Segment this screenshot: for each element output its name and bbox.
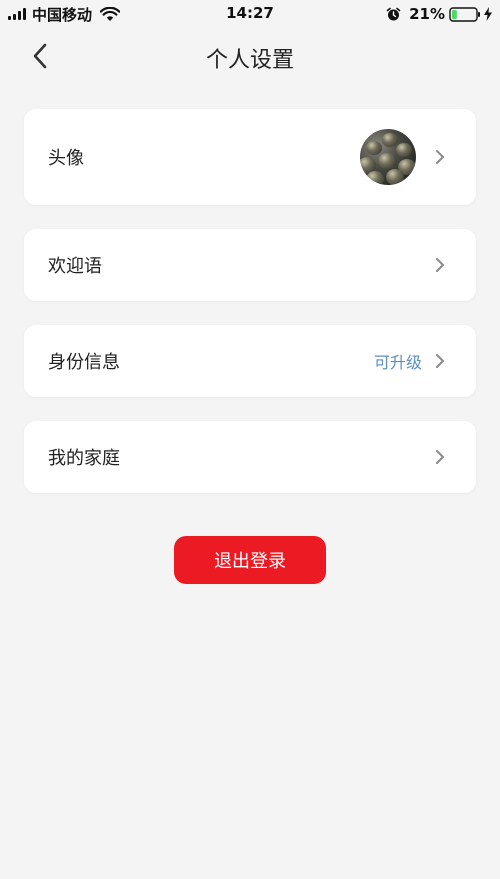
- status-right: 21%: [386, 4, 492, 24]
- settings-item-accessory: [434, 257, 446, 273]
- chevron-right-icon: [436, 258, 444, 272]
- chevron-right-icon: [436, 150, 444, 164]
- avatar: [360, 129, 416, 185]
- chevron-right-icon: [436, 354, 444, 368]
- settings-item-welcome-message[interactable]: 欢迎语: [24, 229, 476, 301]
- settings-item-label: 头像: [48, 148, 84, 169]
- logout-button[interactable]: 退出登录: [174, 536, 326, 584]
- settings-item-identity-info[interactable]: 身份信息 可升级: [24, 325, 476, 397]
- settings-item-accessory: [434, 449, 446, 465]
- battery-icon: [449, 6, 480, 22]
- settings-item-accessory: [360, 129, 446, 185]
- charging-icon: [484, 7, 492, 21]
- alarm-icon: [386, 7, 401, 20]
- status-bar: 中国移动 14:27 21%: [0, 0, 500, 28]
- settings-item-avatar[interactable]: 头像: [24, 109, 476, 205]
- nav-bar: 个人设置: [0, 30, 500, 82]
- settings-item-label: 身份信息: [48, 352, 120, 373]
- battery-percent: 21%: [409, 5, 445, 23]
- chevron-right-icon: [436, 450, 444, 464]
- page-title: 个人设置: [205, 48, 294, 73]
- upgrade-status: 可升级: [373, 353, 422, 372]
- settings-item-label: 我的家庭: [48, 448, 120, 469]
- settings-item-my-family[interactable]: 我的家庭: [24, 421, 476, 493]
- settings-item-accessory: 可升级: [374, 349, 446, 373]
- settings-item-label: 欢迎语: [48, 256, 102, 277]
